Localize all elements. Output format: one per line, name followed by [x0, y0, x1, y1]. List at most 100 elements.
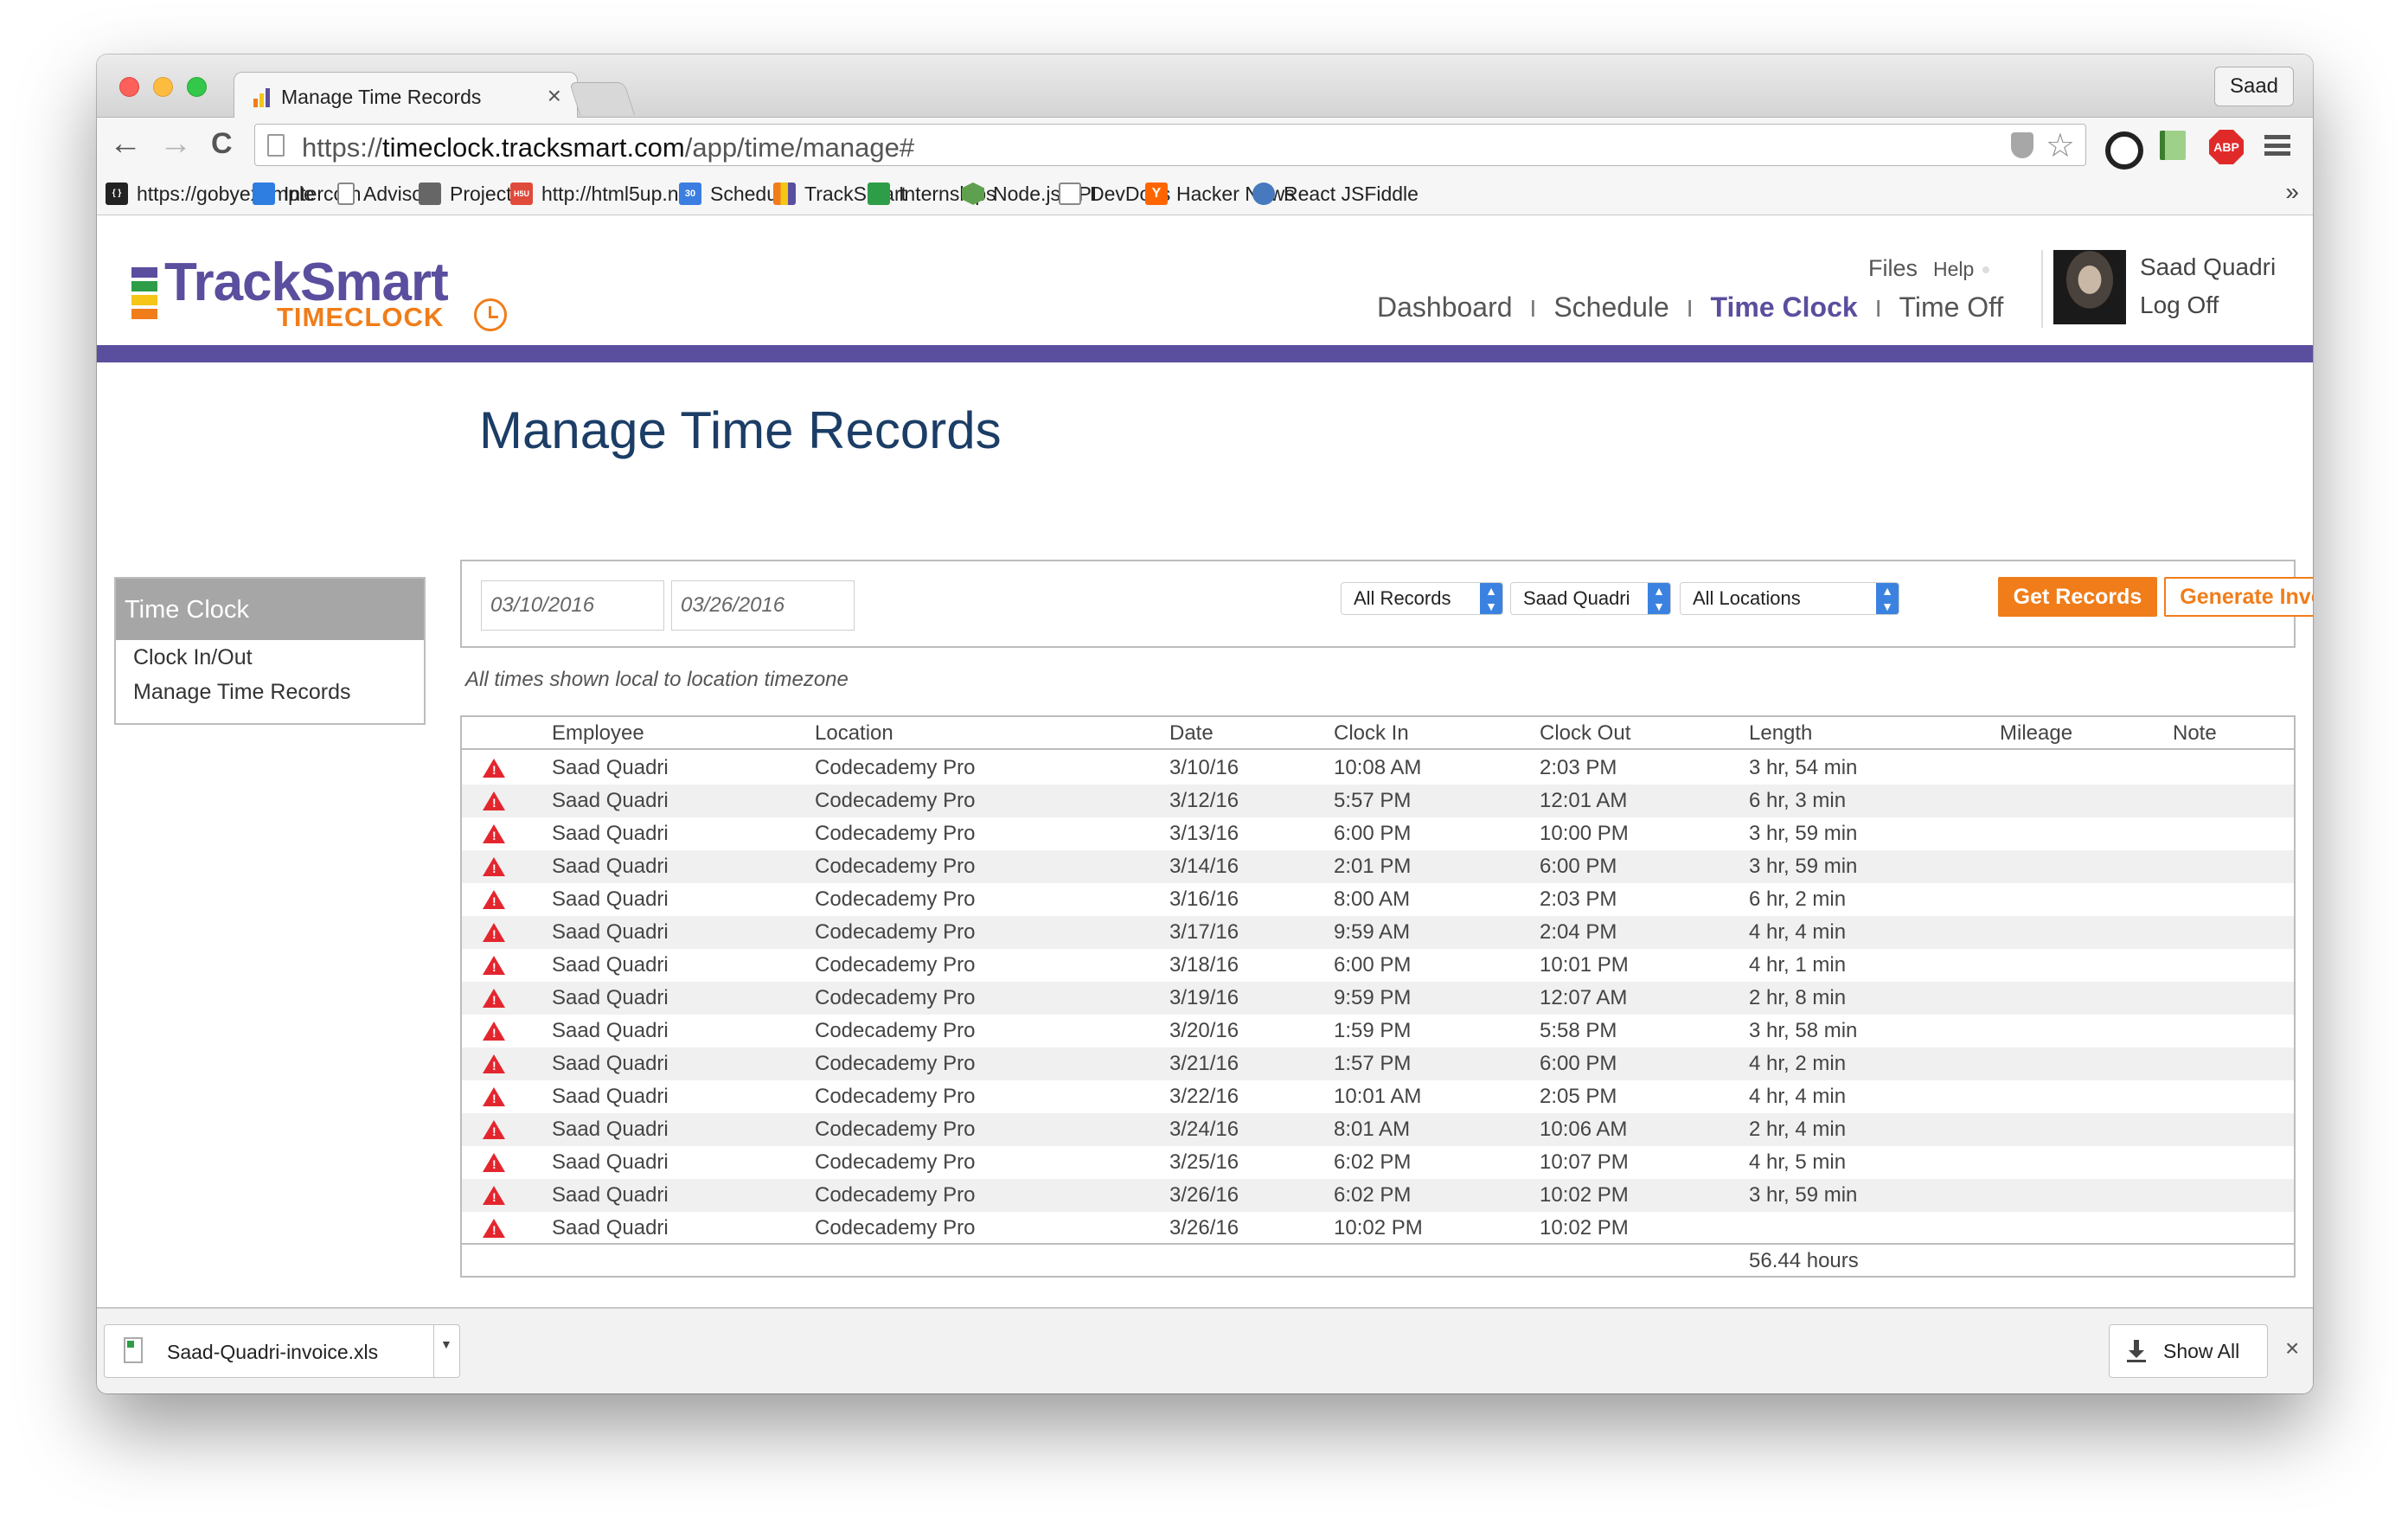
reader-extension-icon[interactable] — [2155, 128, 2190, 163]
select-chevron-icon: ▲ ▼ — [1648, 583, 1670, 614]
get-records-button[interactable]: Get Records — [1998, 577, 2157, 617]
browser-menu-icon[interactable] — [2264, 135, 2290, 156]
avatar[interactable] — [2053, 250, 2126, 324]
table-row[interactable]: Saad Quadri Codecademy Pro 3/24/16 8:01 AM 1… — [462, 1113, 2294, 1146]
close-shelf-icon[interactable]: × — [2285, 1335, 2299, 1362]
warning-icon[interactable] — [483, 956, 505, 975]
warning-icon[interactable] — [483, 791, 505, 810]
warning-icon[interactable] — [483, 857, 505, 876]
column-note[interactable]: Note — [2173, 717, 2217, 750]
column-date[interactable]: Date — [1169, 717, 1214, 750]
panda-extension-icon[interactable] — [2102, 128, 2143, 170]
warning-icon[interactable] — [483, 1219, 505, 1238]
location-select[interactable]: All Locations ▲ ▼ — [1680, 582, 1899, 615]
forward-arrow-icon[interactable]: → — [159, 125, 192, 163]
table-row[interactable]: Saad Quadri Codecademy Pro 3/20/16 1:59 PM 5… — [462, 1015, 2294, 1047]
end-date-input[interactable] — [671, 580, 855, 631]
nav-time-off[interactable]: Time Off — [1899, 291, 2003, 323]
warning-icon[interactable] — [483, 890, 505, 909]
column-clock-out[interactable]: Clock Out — [1540, 717, 1630, 750]
download-filename: Saad-Quadri-invoice.xls — [167, 1341, 379, 1363]
column-clock-in[interactable]: Clock In — [1334, 717, 1409, 750]
cell-date: 3/22/16 — [1169, 1085, 1239, 1108]
table-row[interactable]: Saad Quadri Codecademy Pro 3/12/16 5:57 PM 1… — [462, 785, 2294, 817]
table-row[interactable]: Saad Quadri Codecademy Pro 3/19/16 9:59 PM 1… — [462, 982, 2294, 1015]
tab-manage-time-records[interactable]: Manage Time Records × — [234, 72, 578, 119]
cell-date: 3/14/16 — [1169, 855, 1239, 878]
filter-panel: All Records ▲▼ Saad Quadri ▲▼ All Locati… — [460, 560, 2313, 648]
download-item[interactable]: Saad-Quadri-invoice.xls ▼ — [104, 1324, 460, 1378]
cell-location: Codecademy Pro — [815, 1118, 976, 1141]
cell-length: 2 hr, 8 min — [1749, 986, 1847, 1009]
files-link[interactable]: Files — [1868, 255, 1918, 281]
column-mileage[interactable]: Mileage — [2000, 717, 2072, 750]
warning-icon[interactable] — [483, 1054, 505, 1073]
warning-icon[interactable] — [483, 759, 505, 778]
cell-length: 4 hr, 1 min — [1749, 953, 1847, 977]
chevron-down-icon[interactable]: ▼ — [440, 1337, 452, 1351]
column-location[interactable]: Location — [815, 717, 893, 750]
bookmark-react-jsfiddle[interactable]: React JSFiddle — [1252, 180, 1419, 208]
records-select[interactable]: All Records ▲ ▼ — [1341, 582, 1503, 615]
warning-icon[interactable] — [483, 1087, 505, 1106]
warning-icon[interactable] — [483, 1120, 505, 1139]
tracksmart-icon — [773, 182, 796, 205]
cell-clock-out: 10:02 PM — [1540, 1216, 1629, 1240]
close-window-button[interactable] — [119, 77, 139, 97]
warning-icon[interactable] — [483, 1022, 505, 1041]
address-bar[interactable]: https://timeclock.tracksmart.com/app/tim… — [254, 124, 2086, 166]
page-content: TrackSmart TIMECLOCK Files Help Dashboard… — [97, 215, 2313, 1307]
bookmark-html5up[interactable]: H5U http://html5up.net/ — [510, 180, 701, 208]
column-length[interactable]: Length — [1749, 717, 1812, 750]
profile-button[interactable]: Saad — [2214, 67, 2294, 106]
warning-icon[interactable] — [483, 824, 505, 843]
cell-location: Codecademy Pro — [815, 822, 976, 845]
new-tab-button[interactable] — [568, 82, 636, 115]
logoff-link[interactable]: Log Off — [2140, 291, 2219, 319]
back-arrow-icon[interactable]: ← — [109, 125, 142, 163]
table-row[interactable]: Saad Quadri Codecademy Pro 3/26/16 6:02 PM 1… — [462, 1179, 2294, 1212]
sidebar-item-clock-in-out[interactable]: Clock In/Out — [116, 640, 424, 675]
table-row[interactable]: Saad Quadri Codecademy Pro 3/10/16 10:08 AM… — [462, 752, 2294, 785]
warning-icon[interactable] — [483, 989, 505, 1008]
column-employee[interactable]: Employee — [552, 717, 644, 750]
warning-icon[interactable] — [483, 923, 505, 942]
table-row[interactable]: Saad Quadri Codecademy Pro 3/13/16 6:00 PM 1… — [462, 817, 2294, 850]
table-row[interactable]: Saad Quadri Codecademy Pro 3/25/16 6:02 PM 1… — [462, 1146, 2294, 1179]
table-row[interactable]: Saad Quadri Codecademy Pro 3/18/16 6:00 PM 1… — [462, 949, 2294, 982]
user-name[interactable]: Saad Quadri — [2140, 253, 2276, 281]
table-row[interactable]: Saad Quadri Codecademy Pro 3/26/16 10:02 PM… — [462, 1212, 2294, 1245]
table-row[interactable]: Saad Quadri Codecademy Pro 3/17/16 9:59 AM 2… — [462, 916, 2294, 949]
cell-location: Codecademy Pro — [815, 953, 976, 977]
warning-icon[interactable] — [483, 1153, 505, 1172]
cell-date: 3/21/16 — [1169, 1052, 1239, 1075]
warning-icon[interactable] — [483, 1186, 505, 1205]
help-link[interactable]: Help — [1933, 258, 1974, 280]
nav-schedule[interactable]: Schedule — [1553, 291, 1668, 323]
time-records-table: Employee Location Date Clock In Clock Ou… — [460, 715, 2296, 1278]
tracksmart-logo[interactable]: TrackSmart TIMECLOCK — [130, 240, 507, 335]
reload-icon[interactable]: C — [211, 125, 233, 163]
table-row[interactable]: Saad Quadri Codecademy Pro 3/16/16 8:00 AM 2… — [462, 883, 2294, 916]
table-row[interactable]: Saad Quadri Codecademy Pro 3/22/16 10:01 AM… — [462, 1080, 2294, 1113]
shield-icon[interactable] — [2011, 132, 2033, 158]
table-row[interactable]: Saad Quadri Codecademy Pro 3/21/16 1:57 PM 6… — [462, 1047, 2294, 1080]
table-row[interactable]: Saad Quadri Codecademy Pro 3/14/16 2:01 PM 6… — [462, 850, 2294, 883]
cell-date: 3/26/16 — [1169, 1216, 1239, 1240]
bookmarks-overflow-icon[interactable]: » — [2285, 178, 2299, 206]
generate-invoice-button[interactable]: Generate Invoice — [2164, 577, 2313, 617]
bookmark-projects[interactable]: Projects — [419, 180, 522, 208]
employee-select[interactable]: Saad Quadri ▲ ▼ — [1510, 582, 1671, 615]
zoom-window-button[interactable] — [187, 77, 207, 97]
start-date-input[interactable] — [481, 580, 664, 631]
adblock-plus-icon[interactable]: ABP — [2209, 130, 2244, 164]
minimize-window-button[interactable] — [153, 77, 173, 97]
cell-length: 4 hr, 2 min — [1749, 1052, 1847, 1075]
tab-close-icon[interactable]: × — [548, 82, 561, 110]
cell-clock-in: 10:02 PM — [1334, 1216, 1423, 1240]
nav-dashboard[interactable]: Dashboard — [1377, 291, 1513, 323]
sidebar-item-manage-time-records[interactable]: Manage Time Records — [116, 675, 424, 709]
bookmark-star-icon[interactable]: ☆ — [2046, 126, 2075, 165]
show-all-button[interactable]: Show All — [2109, 1324, 2268, 1378]
nav-time-clock[interactable]: Time Clock — [1711, 291, 1858, 323]
